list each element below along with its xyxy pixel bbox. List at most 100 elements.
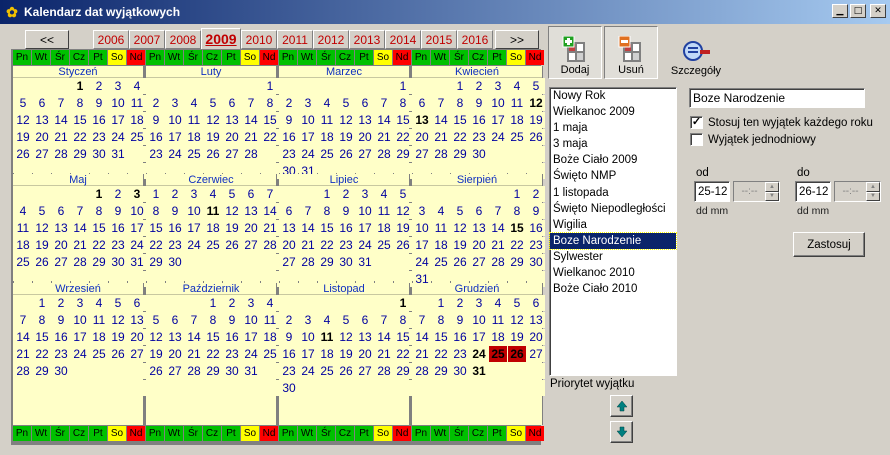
day-cell[interactable]: 19 — [451, 237, 469, 253]
day-cell[interactable]: 28 — [14, 363, 32, 379]
day-cell[interactable]: 24 — [470, 346, 488, 362]
day-cell[interactable]: 15 — [451, 112, 469, 128]
day-cell[interactable]: 15 — [394, 329, 412, 345]
exception-list-item[interactable]: Wigilia — [550, 217, 676, 233]
close-icon[interactable]: ✕ — [870, 4, 886, 18]
day-cell[interactable]: 11 — [204, 203, 222, 219]
day-cell[interactable]: 16 — [109, 220, 127, 236]
day-cell[interactable]: 1 — [432, 295, 450, 311]
day-cell[interactable]: 25 — [261, 346, 279, 362]
day-cell[interactable]: 18 — [261, 329, 279, 345]
day-cell[interactable]: 28 — [375, 146, 393, 162]
exception-list-item[interactable]: 3 maja — [550, 136, 676, 152]
day-cell[interactable]: 3 — [489, 78, 507, 94]
day-cell[interactable]: 13 — [52, 220, 70, 236]
day-cell[interactable]: 11 — [375, 203, 393, 219]
day-cell[interactable]: 22 — [318, 237, 336, 253]
day-cell[interactable]: 16 — [280, 129, 298, 145]
day-cell[interactable]: 27 — [527, 346, 545, 362]
day-cell[interactable]: 26 — [223, 237, 241, 253]
day-cell[interactable]: 3 — [356, 186, 374, 202]
day-cell[interactable]: 4 — [318, 312, 336, 328]
day-cell[interactable]: 15 — [261, 112, 279, 128]
day-cell[interactable]: 28 — [185, 363, 203, 379]
day-cell[interactable]: 23 — [223, 346, 241, 362]
day-cell[interactable]: 13 — [33, 112, 51, 128]
day-cell[interactable]: 21 — [71, 237, 89, 253]
day-cell[interactable]: 3 — [242, 295, 260, 311]
day-cell[interactable]: 28 — [242, 146, 260, 162]
exception-list-item[interactable]: Boze Narodzenie — [549, 231, 677, 250]
day-cell[interactable]: 7 — [375, 312, 393, 328]
day-cell[interactable]: 8 — [147, 203, 165, 219]
day-cell[interactable]: 2 — [280, 95, 298, 111]
day-cell[interactable]: 30 — [527, 254, 545, 270]
day-cell[interactable]: 7 — [185, 312, 203, 328]
day-cell[interactable]: 27 — [52, 254, 70, 270]
year-tab-2014[interactable]: 2014 — [385, 30, 421, 49]
day-cell[interactable]: 10 — [242, 312, 260, 328]
day-cell[interactable]: 4 — [14, 203, 32, 219]
day-cell[interactable]: 7 — [413, 312, 431, 328]
day-cell[interactable]: 5 — [109, 295, 127, 311]
day-cell[interactable]: 30 — [451, 363, 469, 379]
year-tab-2010[interactable]: 2010 — [241, 30, 277, 49]
day-cell[interactable]: 12 — [204, 112, 222, 128]
day-cell[interactable]: 27 — [413, 146, 431, 162]
day-cell[interactable]: 27 — [356, 363, 374, 379]
day-cell[interactable]: 7 — [14, 312, 32, 328]
priority-up-button[interactable] — [610, 395, 633, 417]
day-cell[interactable]: 11 — [14, 220, 32, 236]
day-cell[interactable]: 9 — [109, 203, 127, 219]
day-cell[interactable]: 21 — [489, 237, 507, 253]
day-cell[interactable]: 22 — [33, 346, 51, 362]
day-cell[interactable]: 30 — [470, 146, 488, 162]
day-cell[interactable]: 4 — [432, 203, 450, 219]
day-cell[interactable]: 27 — [166, 363, 184, 379]
day-cell[interactable]: 20 — [413, 129, 431, 145]
day-cell[interactable]: 20 — [166, 346, 184, 362]
day-cell[interactable]: 14 — [432, 112, 450, 128]
day-cell[interactable]: 2 — [147, 95, 165, 111]
day-cell[interactable]: 14 — [299, 220, 317, 236]
day-cell[interactable]: 17 — [299, 129, 317, 145]
day-cell[interactable]: 1 — [394, 78, 412, 94]
day-cell[interactable]: 31 — [356, 254, 374, 270]
day-cell[interactable]: 4 — [318, 95, 336, 111]
day-cell[interactable]: 2 — [90, 78, 108, 94]
day-cell[interactable]: 29 — [318, 254, 336, 270]
day-cell[interactable]: 10 — [128, 203, 146, 219]
day-cell[interactable]: 9 — [147, 112, 165, 128]
day-cell[interactable]: 6 — [242, 186, 260, 202]
day-cell[interactable]: 21 — [375, 129, 393, 145]
single-day-checkbox[interactable]: Wyjątek jednodniowy — [690, 133, 816, 146]
day-cell[interactable]: 13 — [242, 203, 260, 219]
day-cell[interactable]: 1 — [204, 295, 222, 311]
year-tab-2015[interactable]: 2015 — [421, 30, 457, 49]
day-cell[interactable]: 12 — [508, 312, 526, 328]
day-cell[interactable]: 20 — [223, 129, 241, 145]
day-cell[interactable]: 1 — [71, 78, 89, 94]
remove-button[interactable]: Usuń — [604, 26, 658, 79]
day-cell[interactable]: 24 — [299, 363, 317, 379]
day-cell[interactable]: 3 — [71, 295, 89, 311]
day-cell[interactable]: 29 — [394, 146, 412, 162]
day-cell[interactable]: 9 — [52, 312, 70, 328]
day-cell[interactable]: 27 — [128, 346, 146, 362]
day-cell[interactable]: 28 — [375, 363, 393, 379]
day-cell[interactable]: 4 — [204, 186, 222, 202]
day-cell[interactable]: 18 — [508, 112, 526, 128]
year-tab-2012[interactable]: 2012 — [313, 30, 349, 49]
day-cell[interactable]: 4 — [508, 78, 526, 94]
day-cell[interactable]: 23 — [109, 237, 127, 253]
exception-name-field[interactable]: Boze Narodzenie — [689, 88, 865, 108]
day-cell[interactable]: 28 — [489, 254, 507, 270]
year-tab-2013[interactable]: 2013 — [349, 30, 385, 49]
day-cell[interactable]: 2 — [166, 186, 184, 202]
day-cell[interactable]: 3 — [166, 95, 184, 111]
day-cell[interactable]: 17 — [242, 329, 260, 345]
day-cell[interactable]: 30 — [337, 254, 355, 270]
day-cell[interactable]: 27 — [223, 146, 241, 162]
day-cell[interactable]: 3 — [470, 295, 488, 311]
day-cell[interactable]: 24 — [413, 254, 431, 270]
